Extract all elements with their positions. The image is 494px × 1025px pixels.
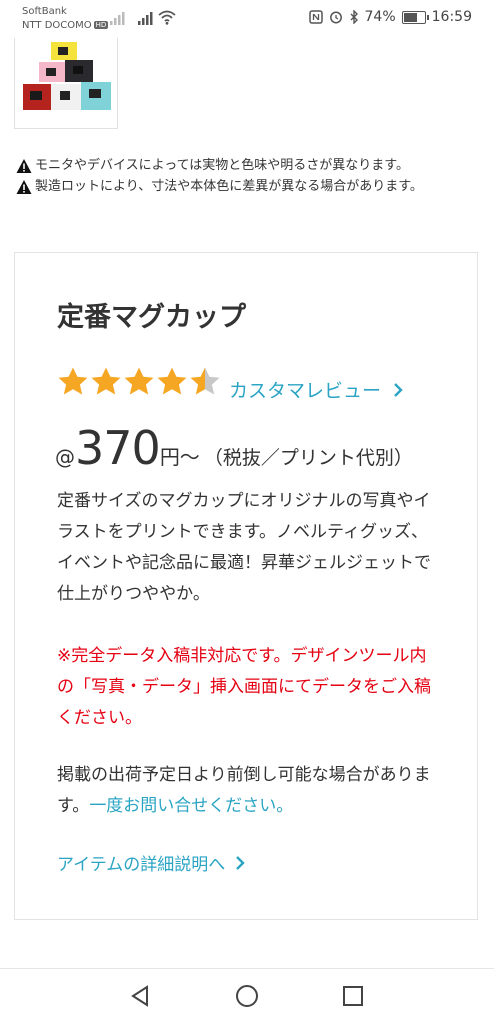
chevron-right-icon [394,382,403,397]
signal-icon [138,12,153,25]
clock: 16:59 [431,9,472,25]
carrier-secondary: NTT DOCOMO HD [22,20,109,31]
star-icon [124,367,154,395]
shipping-note: 掲載の出荷予定日より前倒し可能な場合があります。一度お問い合せください。 [57,760,437,822]
product-thumbnail[interactable] [14,38,118,129]
product-card: 定番マグカップ カスタマレビュー @370円〜 （税抜／プリント代別） 定番サイズ… [14,252,478,920]
bluetooth-icon [350,10,358,24]
item-detail-link[interactable]: アイテムの詳細説明へ [57,850,246,875]
note-item: 製造ロットにより、寸法や本体色に差異が異なる場合があります。 [16,179,486,195]
hd-badge: HD [93,21,109,29]
back-icon[interactable] [128,983,154,1009]
chevron-right-icon [236,855,246,870]
wifi-icon [158,10,176,25]
carrier-secondary-label: NTT DOCOMO [22,20,92,31]
battery-icon [401,10,429,24]
price-unit: 円〜 [159,445,200,469]
battery-fill [403,12,417,22]
signal-icon [110,12,125,25]
customer-review-link[interactable]: カスタマレビュー [229,376,403,403]
home-icon[interactable] [234,983,260,1009]
price-prefix: @ [55,445,75,469]
star-icon [58,367,88,395]
status-bar: SoftBank NTT DOCOMO HD 74% 16:59 [0,0,494,38]
price: @370円〜 （税抜／プリント代別） [55,421,413,475]
note-text: モニタやデバイスによっては実物と色味や明るさが異なります。 [35,158,410,173]
rating-stars [57,366,221,396]
carrier-primary: SoftBank [22,6,67,17]
note-text: 製造ロットにより、寸法や本体色に差異が異なる場合があります。 [35,179,423,194]
customer-review-label: カスタマレビュー [229,380,382,402]
contact-link[interactable]: 一度お問い合せください。 [89,796,293,816]
data-warning: ※完全データ入稿非対応です。デザインツール内の「写真・データ」挿入画面にてデータ… [57,646,431,728]
battery-percent: 74% [364,9,396,25]
alarm-icon [329,11,342,24]
nfc-icon [308,10,323,24]
star-icon [157,367,187,395]
note-item: モニタやデバイスによっては実物と色味や明るさが異なります。 [16,158,486,174]
notes-list: モニタやデバイスによっては実物と色味や明るさが異なります。 製造ロットにより、寸… [16,158,486,200]
product-title: 定番マグカップ [57,302,246,333]
product-description: 定番サイズのマグカップにオリジナルの写真やイラストをプリントできます。ノベルティ… [57,491,431,604]
warning-icon [16,180,32,194]
mug-stack-image [23,42,111,110]
price-note: （税抜／プリント代別） [203,447,413,469]
system-navigation-bar [0,968,494,1025]
star-icon [190,367,220,395]
recents-icon[interactable] [340,983,366,1009]
item-detail-label: アイテムの詳細説明へ [57,855,226,875]
status-icons: 74% 16:59 [308,9,472,25]
star-icon [91,367,121,395]
price-amount: 370 [75,421,161,475]
warning-icon [16,159,32,173]
